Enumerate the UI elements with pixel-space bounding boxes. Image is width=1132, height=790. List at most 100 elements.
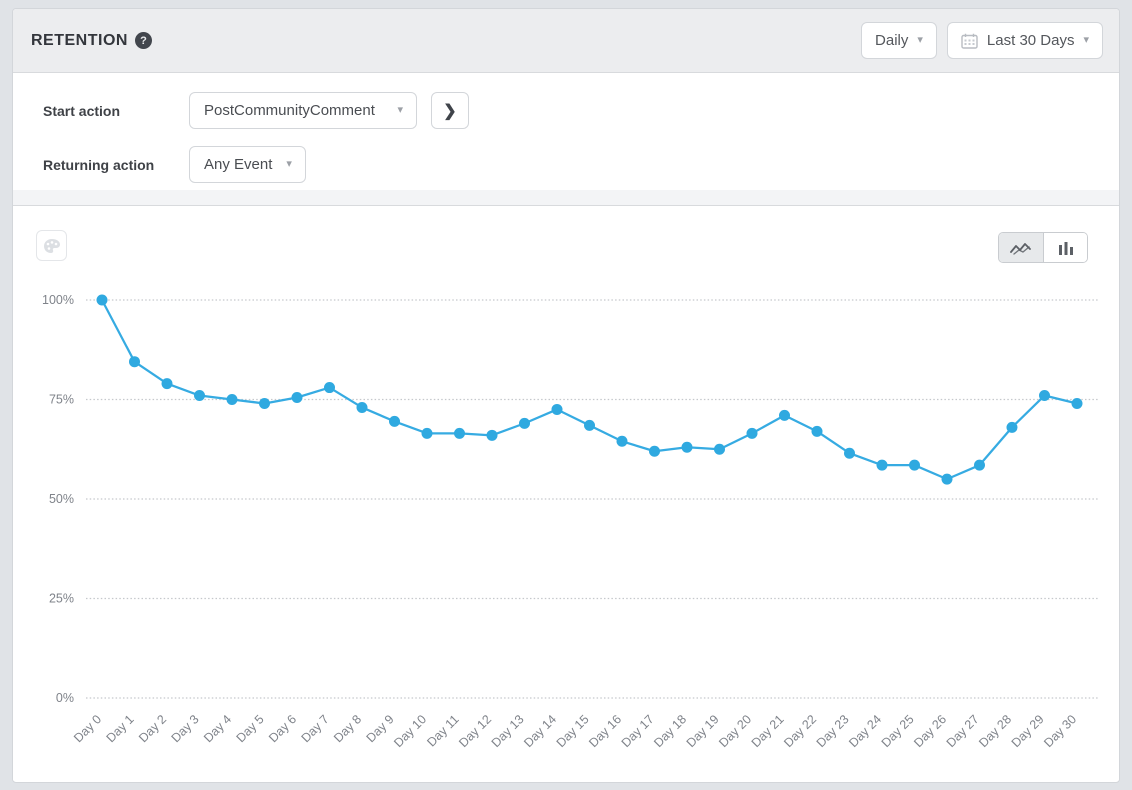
data-point-day-19[interactable] — [714, 444, 725, 455]
x-axis-tick: Day 29 — [1009, 712, 1047, 750]
chevron-down-icon: ▾ — [286, 159, 292, 170]
help-icon[interactable]: ? — [135, 32, 152, 49]
x-axis-tick: Day 24 — [846, 712, 884, 750]
x-axis-tick: Day 27 — [944, 712, 982, 750]
x-axis-tick: Day 8 — [331, 712, 364, 745]
y-axis-tick: 50% — [49, 492, 74, 506]
x-axis-tick: Day 22 — [781, 712, 819, 750]
start-action-row: Start action PostCommunityComment ▾ ❯ — [43, 92, 1119, 129]
line-chart-icon — [1010, 241, 1032, 255]
data-point-day-30[interactable] — [1072, 398, 1083, 409]
x-axis-tick: Day 6 — [266, 712, 299, 745]
data-point-day-10[interactable] — [422, 428, 433, 439]
x-axis-tick: Day 30 — [1041, 712, 1079, 750]
x-axis-tick: Day 14 — [521, 712, 559, 750]
data-point-day-29[interactable] — [1039, 390, 1050, 401]
x-axis-tick: Day 16 — [586, 712, 624, 750]
x-axis-tick: Day 5 — [234, 712, 267, 745]
chart-type-toggle — [998, 232, 1088, 263]
page-title: RETENTION — [31, 32, 128, 50]
data-point-day-6[interactable] — [292, 392, 303, 403]
data-point-day-26[interactable] — [942, 474, 953, 485]
x-axis-tick: Day 20 — [716, 712, 754, 750]
next-step-button[interactable]: ❯ — [431, 92, 469, 129]
data-point-day-17[interactable] — [649, 446, 660, 457]
segment-color-button[interactable] — [36, 230, 67, 261]
data-point-day-16[interactable] — [617, 436, 628, 447]
data-point-day-23[interactable] — [844, 448, 855, 459]
x-axis-tick: Day 0 — [71, 712, 104, 745]
x-axis-tick: Day 2 — [136, 712, 169, 745]
data-point-day-27[interactable] — [974, 460, 985, 471]
chart-section: 100% 75% 50% 25% 0% Day 0Day 1Day 2Day 3Day 4… — [13, 206, 1119, 781]
x-axis-tick: Day 23 — [814, 712, 852, 750]
date-range-value: Last 30 Days — [987, 32, 1075, 49]
data-point-day-7[interactable] — [324, 382, 335, 393]
data-point-day-3[interactable] — [194, 390, 205, 401]
retention-chart: 100% 75% 50% 25% 0% Day 0Day 1Day 2Day 3Day 4… — [13, 206, 1120, 781]
data-point-day-13[interactable] — [519, 418, 530, 429]
x-axis-tick: Day 17 — [619, 712, 657, 750]
section-divider — [13, 190, 1119, 206]
granularity-dropdown[interactable]: Daily ▾ — [861, 22, 937, 59]
x-axis-tick: Day 3 — [169, 712, 202, 745]
start-action-value: PostCommunityComment — [204, 102, 375, 119]
data-point-day-20[interactable] — [747, 428, 758, 439]
data-point-day-0[interactable] — [97, 295, 108, 306]
date-range-dropdown[interactable]: Last 30 Days ▾ — [947, 22, 1103, 59]
returning-action-label: Returning action — [43, 157, 189, 173]
returning-action-value: Any Event — [204, 156, 272, 173]
x-axis-tick: Day 10 — [391, 712, 429, 750]
line-chart-toggle[interactable] — [999, 233, 1043, 262]
chevron-down-icon: ▾ — [397, 105, 403, 116]
calendar-icon — [961, 33, 978, 49]
chevron-down-icon: ▾ — [917, 35, 923, 46]
y-axis-tick: 100% — [42, 293, 74, 307]
data-point-day-24[interactable] — [877, 460, 888, 471]
y-axis-tick: 75% — [49, 393, 74, 407]
data-point-day-15[interactable] — [584, 420, 595, 431]
data-point-day-9[interactable] — [389, 416, 400, 427]
chevron-right-icon: ❯ — [443, 101, 456, 121]
x-axis-tick: Day 19 — [684, 712, 722, 750]
filters-section: Start action PostCommunityComment ▾ ❯ Re… — [13, 73, 1119, 190]
retention-line — [102, 300, 1077, 479]
returning-action-dropdown[interactable]: Any Event ▾ — [189, 146, 306, 183]
x-axis-tick: Day 15 — [554, 712, 592, 750]
data-point-day-4[interactable] — [227, 394, 238, 405]
data-point-day-25[interactable] — [909, 460, 920, 471]
x-axis-tick: Day 4 — [201, 712, 234, 745]
x-axis-tick: Day 12 — [456, 712, 494, 750]
data-point-day-8[interactable] — [357, 402, 368, 413]
data-point-day-11[interactable] — [454, 428, 465, 439]
start-action-dropdown[interactable]: PostCommunityComment ▾ — [189, 92, 417, 129]
data-point-day-21[interactable] — [779, 410, 790, 421]
data-point-day-12[interactable] — [487, 430, 498, 441]
bar-chart-icon — [1058, 241, 1074, 255]
x-axis-tick: Day 21 — [749, 712, 787, 750]
data-point-day-18[interactable] — [682, 442, 693, 453]
data-point-day-1[interactable] — [129, 356, 140, 367]
x-axis-tick: Day 7 — [299, 712, 332, 745]
x-axis-tick: Day 1 — [104, 712, 137, 745]
chevron-down-icon: ▾ — [1083, 35, 1089, 46]
bar-chart-toggle[interactable] — [1043, 233, 1087, 262]
x-axis-tick: Day 13 — [489, 712, 527, 750]
report-header: RETENTION ? Daily ▾ Last 30 Days ▾ — [13, 9, 1119, 73]
x-axis-tick: Day 25 — [879, 712, 917, 750]
y-axis-tick: 0% — [56, 691, 74, 705]
retention-report-card: RETENTION ? Daily ▾ Last 30 Days ▾ — [12, 8, 1120, 783]
y-axis-tick: 25% — [49, 592, 74, 606]
returning-action-row: Returning action Any Event ▾ — [43, 146, 1119, 183]
data-point-day-14[interactable] — [552, 404, 563, 415]
data-point-day-22[interactable] — [812, 426, 823, 437]
granularity-value: Daily — [875, 32, 908, 49]
x-axis-tick: Day 26 — [911, 712, 949, 750]
data-point-day-5[interactable] — [259, 398, 270, 409]
x-axis-tick: Day 18 — [651, 712, 689, 750]
data-point-day-28[interactable] — [1007, 422, 1018, 433]
data-point-day-2[interactable] — [162, 378, 173, 389]
x-axis-tick: Day 28 — [976, 712, 1014, 750]
start-action-label: Start action — [43, 103, 189, 119]
palette-icon — [43, 238, 61, 254]
